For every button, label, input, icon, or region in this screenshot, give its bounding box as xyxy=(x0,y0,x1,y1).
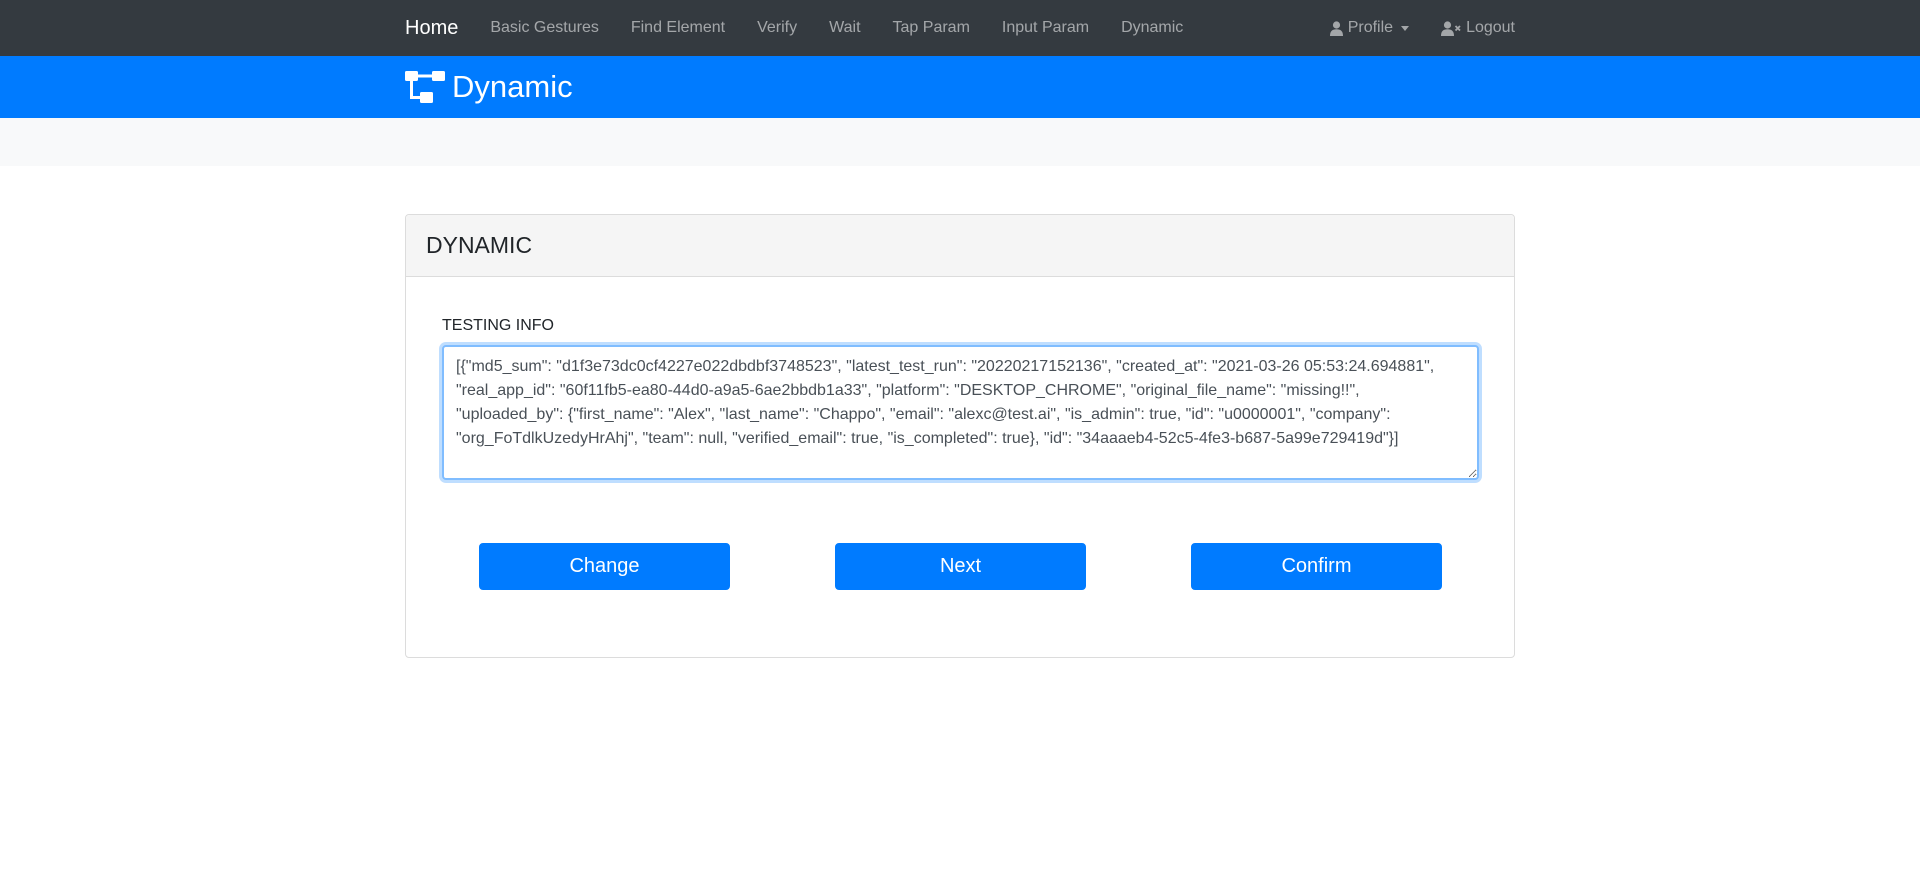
page-title: Dynamic xyxy=(452,69,573,104)
card-header: DYNAMIC xyxy=(406,215,1514,277)
navbar-container: Home Basic Gestures Find Element Verify … xyxy=(405,0,1515,56)
nav-link-wait[interactable]: Wait xyxy=(829,19,860,37)
caret-down-icon xyxy=(1401,25,1410,31)
user-icon xyxy=(1329,20,1343,36)
nav-link-basic-gestures[interactable]: Basic Gestures xyxy=(490,19,598,37)
top-navbar: Home Basic Gestures Find Element Verify … xyxy=(0,0,1920,56)
profile-label: Profile xyxy=(1347,19,1394,36)
nav-link-verify[interactable]: Verify xyxy=(757,19,797,37)
confirm-button[interactable]: Confirm xyxy=(1191,543,1442,590)
nav-links: Basic Gestures Find Element Verify Wait … xyxy=(490,19,1215,37)
page-header-container: Dynamic xyxy=(405,56,573,118)
profile-dropdown[interactable]: Profile xyxy=(1329,19,1410,37)
testing-info-label: TESTING INFO xyxy=(442,317,554,334)
sub-header-strip xyxy=(0,118,1920,166)
sitemap-icon xyxy=(405,71,445,103)
user-times-icon xyxy=(1441,20,1461,36)
nav-home-link[interactable]: Home xyxy=(405,17,458,40)
dynamic-card: DYNAMIC TESTING INFO [{"md5_sum": "d1f3e… xyxy=(405,214,1515,658)
logout-link[interactable]: Logout xyxy=(1441,19,1515,37)
change-button[interactable]: Change xyxy=(479,543,730,590)
nav-link-find-element[interactable]: Find Element xyxy=(631,19,725,37)
logout-label: Logout xyxy=(1466,19,1515,36)
next-button[interactable]: Next xyxy=(835,543,1086,590)
testing-info-textarea[interactable]: [{"md5_sum": "d1f3e73dc0cf4227e022dbdbf3… xyxy=(442,345,1479,480)
card-title: DYNAMIC xyxy=(426,232,533,258)
nav-link-dynamic[interactable]: Dynamic xyxy=(1121,19,1183,37)
page-header: Dynamic xyxy=(0,56,1920,118)
nav-right: Profile Logout xyxy=(1298,19,1515,37)
nav-link-input-param[interactable]: Input Param xyxy=(1002,19,1089,37)
nav-link-tap-param[interactable]: Tap Param xyxy=(893,19,970,37)
